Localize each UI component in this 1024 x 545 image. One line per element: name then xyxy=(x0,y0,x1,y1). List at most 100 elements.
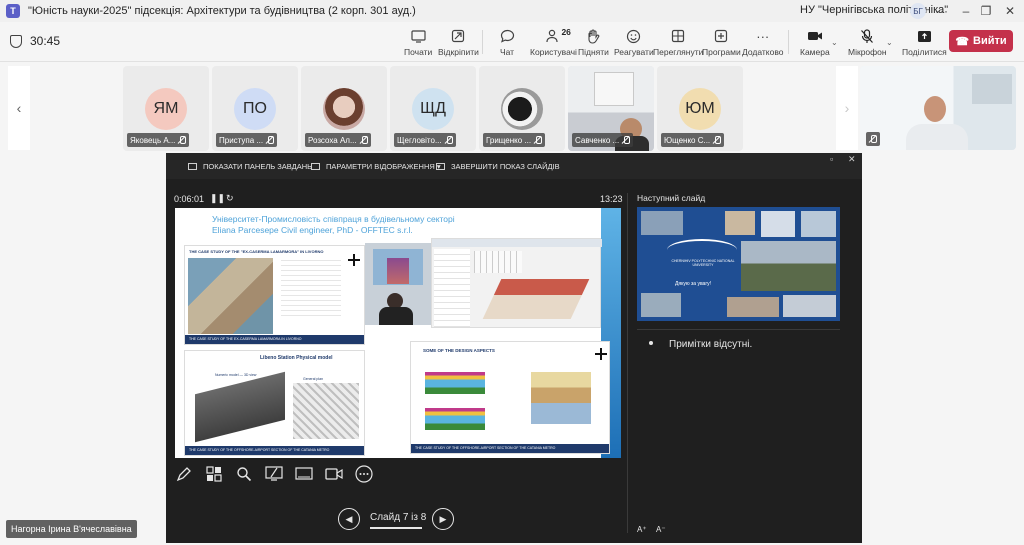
taskbar-icon xyxy=(188,163,197,170)
participant-tile[interactable]: ПО Приступа ... xyxy=(212,66,298,151)
presenter-view: ПОКАЗАТИ ПАНЕЛЬ ЗАВДАНЬ ПАРАМЕТРИ ВІДОБР… xyxy=(166,153,862,543)
pause-icon[interactable]: ❚❚ xyxy=(210,193,225,204)
participant-tile[interactable]: ЩД Щегловіто... xyxy=(390,66,476,151)
card-heading: Libeno Station Physical model xyxy=(260,355,333,361)
see-all-slides-icon[interactable] xyxy=(204,464,224,484)
microphone-button[interactable]: Мікрофон xyxy=(848,26,887,60)
zoom-icon[interactable] xyxy=(234,464,254,484)
raise-hand-button[interactable]: Підняти xyxy=(578,26,609,60)
participant-name: Розсоха Ал... xyxy=(308,135,357,145)
pointer-icon[interactable] xyxy=(264,464,284,484)
chat-button[interactable]: Чат xyxy=(499,26,515,60)
more-button[interactable]: ··· Додатково xyxy=(742,26,783,60)
shield-icon[interactable] xyxy=(10,35,22,48)
university-logo-icon xyxy=(667,239,737,261)
mic-off-icon xyxy=(622,136,631,144)
org-avatar[interactable]: БГ xyxy=(910,3,926,19)
more-icon: ··· xyxy=(756,28,770,44)
more-options-icon[interactable] xyxy=(354,464,374,484)
group-photo xyxy=(741,241,836,291)
display-settings-button[interactable]: ПАРАМЕТРИ ВІДОБРАЖЕННЯ ▾ xyxy=(311,162,441,171)
participant-name: Приступа ... xyxy=(219,135,264,145)
card-caption: General plan xyxy=(303,377,324,381)
strip-prev-chevron-icon[interactable]: ‹ xyxy=(8,66,30,150)
participant-name: Щегловіто... xyxy=(397,135,442,145)
reset-timer-icon[interactable]: ↻ xyxy=(226,193,234,204)
text-block xyxy=(281,260,341,320)
mic-off-icon xyxy=(534,136,543,144)
show-taskbar-button[interactable]: ПОКАЗАТИ ПАНЕЛЬ ЗАВДАНЬ xyxy=(188,162,312,171)
black-screen-icon[interactable] xyxy=(294,464,314,484)
next-slide-preview[interactable]: CHERNIHIV POLYTECHNIC NATIONAL UNIVERSIT… xyxy=(637,207,840,321)
slide-card: Libeno Station Physical model Numeric mo… xyxy=(184,350,365,456)
window-title: "Юність науки-2025" підсекція: Архітекту… xyxy=(28,5,416,17)
react-icon xyxy=(626,28,642,44)
participants-button[interactable]: 26 Користувачі xyxy=(530,26,577,60)
pane-divider xyxy=(627,193,628,533)
camera-options-chevron-icon[interactable]: ⌄ xyxy=(831,38,838,47)
participant-name-tag: Приступа ... xyxy=(216,133,278,147)
next-slide-button[interactable]: ▶ xyxy=(432,508,454,530)
photo-thumb xyxy=(641,211,683,235)
share-icon xyxy=(916,28,932,44)
camera-button[interactable]: Камера xyxy=(800,26,830,60)
end-slideshow-button[interactable]: ЗАВЕРШИТИ ПОКАЗ СЛАЙДІВ xyxy=(436,162,560,171)
toolbar-label: Почати xyxy=(404,47,433,57)
participant-name-tag: Грищенко ... xyxy=(483,133,546,147)
participant-name-tag: Яковець А... xyxy=(127,133,190,147)
participant-name: Савченко ... xyxy=(575,135,620,145)
previous-slide-button[interactable]: ◀ xyxy=(338,508,360,530)
apps-button[interactable]: Програми xyxy=(702,26,741,60)
clock: 13:23 xyxy=(600,194,623,204)
avatar: ЯМ xyxy=(145,88,187,130)
mic-off-icon xyxy=(859,28,875,44)
strip-next-chevron-icon[interactable]: › xyxy=(836,66,858,150)
whiteboard-start-button[interactable]: Почати xyxy=(404,26,432,60)
slide-subtitle: Eliana Parcesepe Civil engineer, PhD - O… xyxy=(212,225,413,235)
restore-button[interactable]: ❐ xyxy=(974,2,998,20)
camera-toggle-icon[interactable] xyxy=(324,464,344,484)
participant-tile[interactable]: Савченко ... xyxy=(568,66,654,151)
chat-icon xyxy=(499,28,515,44)
pen-icon[interactable] xyxy=(174,464,194,484)
display-icon xyxy=(311,163,320,170)
participant-name: Ющенко С... xyxy=(664,135,711,145)
close-button[interactable]: ✕ xyxy=(998,2,1022,20)
end-show-icon xyxy=(436,163,445,170)
more-options-icon[interactable]: ··· xyxy=(930,2,954,20)
mic-options-chevron-icon[interactable]: ⌄ xyxy=(886,38,893,47)
toolbar-label: Чат xyxy=(499,47,515,57)
participant-tile[interactable]: Грищенко ... xyxy=(479,66,565,151)
view-button[interactable]: Переглянути xyxy=(653,26,703,60)
section-diagram xyxy=(425,408,485,430)
restore-icon[interactable]: ▫ xyxy=(830,154,833,164)
logo-cross-icon xyxy=(348,254,360,266)
participant-tile[interactable]: ЮМ Ющенко С... xyxy=(657,66,743,151)
leave-button[interactable]: ☎ Вийти xyxy=(949,30,1013,52)
speaker-notes: Примітки відсутні. xyxy=(649,339,752,350)
mic-off-icon xyxy=(360,136,368,144)
slide-screenshot xyxy=(431,238,602,328)
react-button[interactable]: Реагувати xyxy=(614,26,654,60)
people-icon: 26 xyxy=(545,27,571,44)
camera-icon xyxy=(807,28,823,44)
participant-name-tag: Щегловіто... xyxy=(394,133,456,147)
toolbar-label: Камера xyxy=(800,47,830,57)
toolbar-label: Поділитися xyxy=(902,47,947,57)
decrease-font-button[interactable]: A⁻ xyxy=(656,525,666,534)
participant-tile[interactable]: ЯМ Яковець А... xyxy=(123,66,209,151)
model-thumbnail xyxy=(387,258,409,284)
self-video[interactable] xyxy=(860,66,1016,150)
share-button[interactable]: Поділитися xyxy=(902,26,947,60)
toolbar-label: Реагувати xyxy=(614,47,654,57)
participant-tile[interactable]: Розсоха Ал... xyxy=(301,66,387,151)
close-icon[interactable]: ✕ xyxy=(848,154,856,165)
toolbar-divider xyxy=(788,30,789,54)
increase-font-button[interactable]: A⁺ xyxy=(637,525,647,534)
university-name: CHERNIHIV POLYTECHNIC NATIONAL UNIVERSIT… xyxy=(671,259,735,267)
teams-logo-icon: T xyxy=(6,4,20,18)
slide-progress xyxy=(370,527,422,529)
thanks-text: Дякую за увагу! xyxy=(675,281,712,287)
notes-text: Примітки відсутні. xyxy=(669,339,753,350)
unpin-button[interactable]: Відкріпити xyxy=(438,26,479,60)
